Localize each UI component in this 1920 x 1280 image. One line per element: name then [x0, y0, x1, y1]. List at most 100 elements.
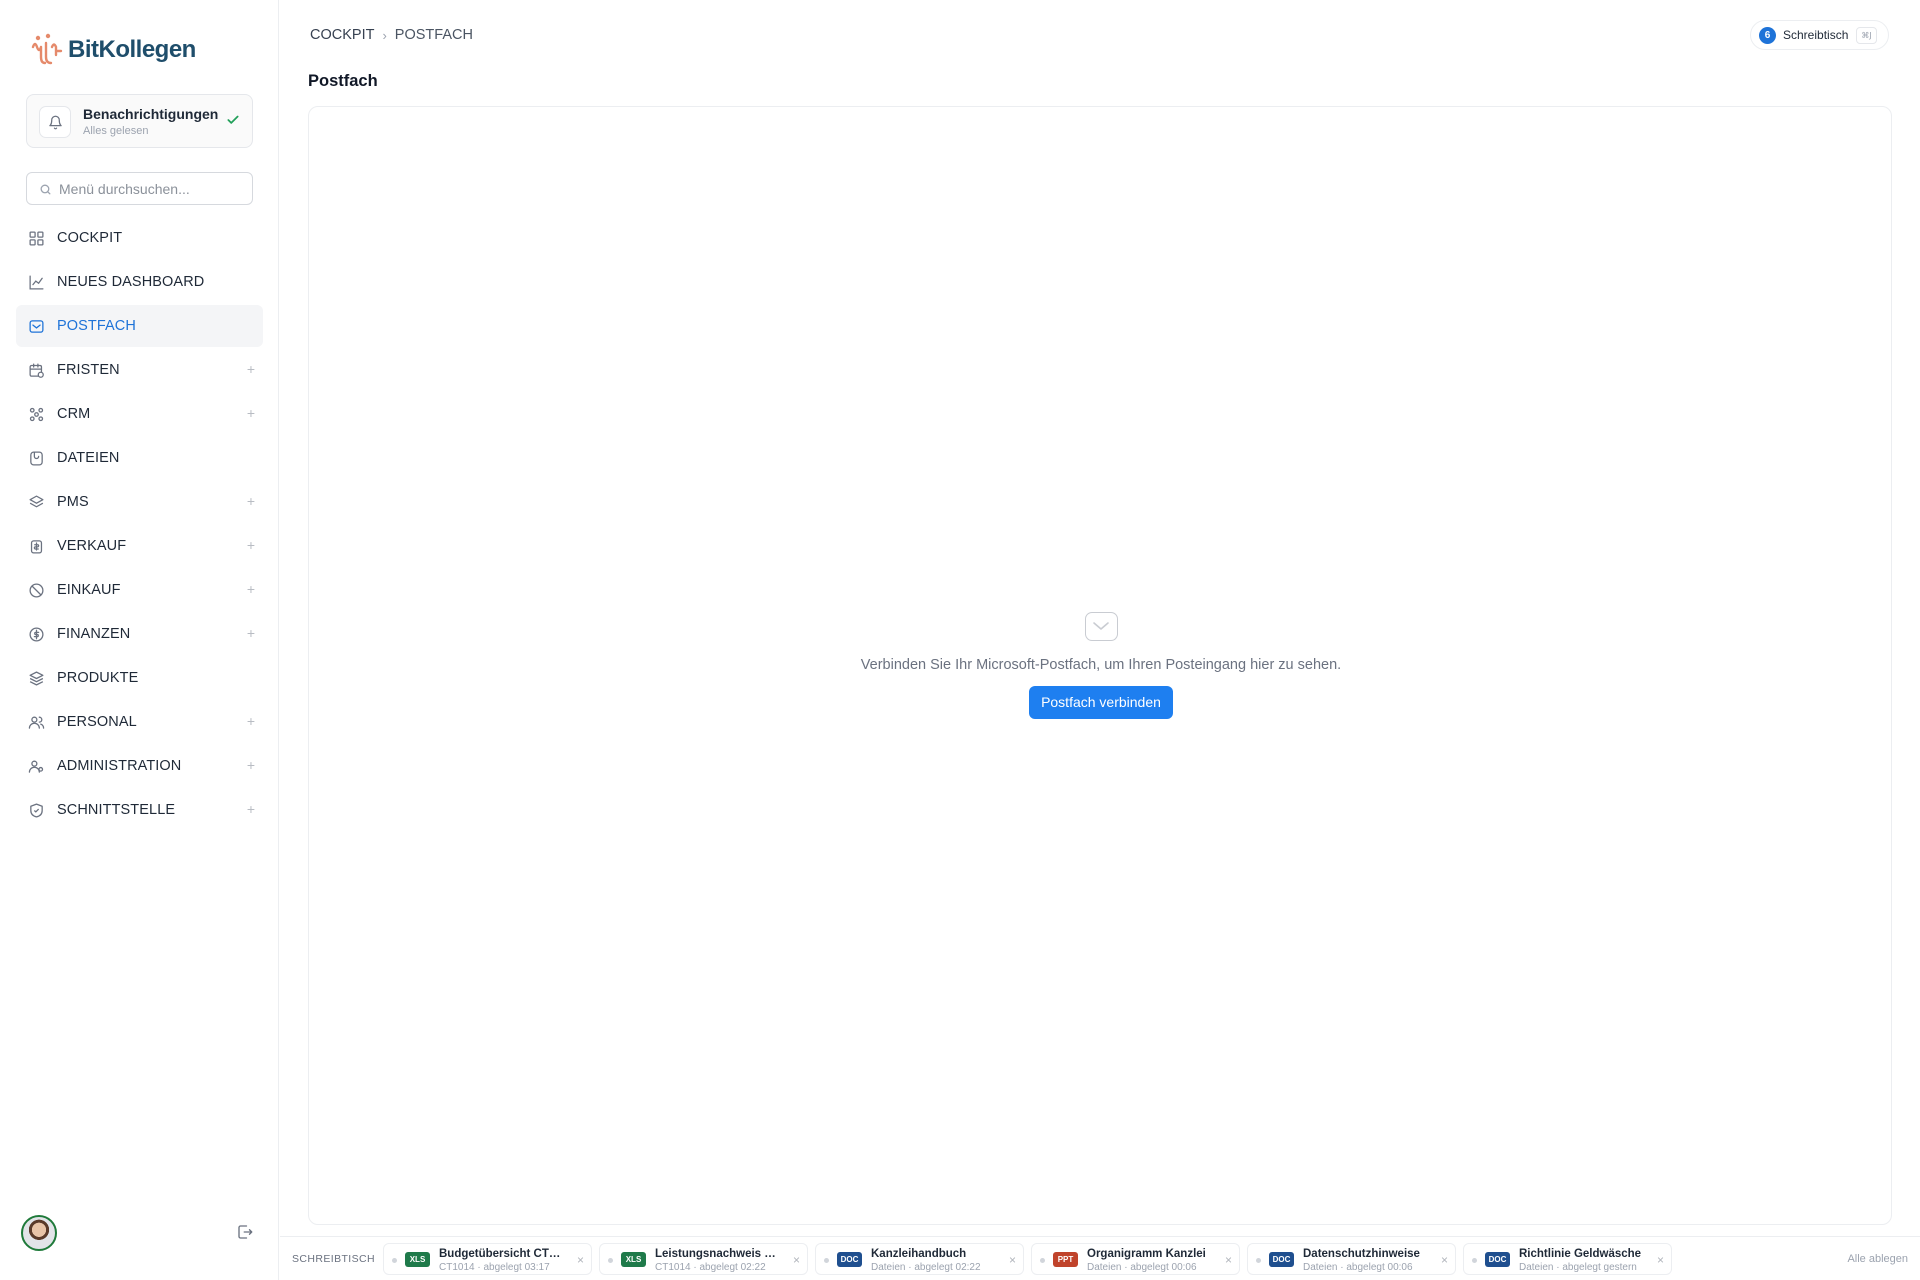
- sidebar-nav: COCKPIT NEUES DASHBOARD POSTFACH FRISTEN…: [16, 217, 263, 833]
- desk-doc-name: Datenschutzhinweise: [1303, 1248, 1420, 1260]
- desk-doc[interactable]: DOC Datenschutzhinweise Dateien · abgele…: [1247, 1243, 1456, 1275]
- sidebar-item-label: FRISTEN: [57, 362, 120, 378]
- expand-icon[interactable]: +: [247, 625, 255, 641]
- expand-icon[interactable]: +: [247, 405, 255, 421]
- sidebar-item-finanzen[interactable]: FINANZEN +: [16, 613, 263, 655]
- sidebar-item-produkte[interactable]: PRODUKTE: [16, 657, 263, 699]
- status-dot: [608, 1258, 613, 1263]
- sidebar-item-personal[interactable]: PERSONAL +: [16, 701, 263, 743]
- connect-mailbox-button[interactable]: Postfach verbinden: [1029, 686, 1173, 719]
- sidebar-item-einkauf[interactable]: EINKAUF +: [16, 569, 263, 611]
- mail-icon: [1084, 612, 1118, 641]
- desk-count-badge: 6: [1759, 26, 1776, 44]
- desk-doc-name: Organigramm Kanzlei: [1087, 1248, 1206, 1260]
- close-icon[interactable]: ×: [1441, 1253, 1448, 1267]
- close-icon[interactable]: ×: [577, 1253, 584, 1267]
- layers-icon: [27, 493, 45, 511]
- brand-name: BitKollegen: [68, 36, 196, 63]
- desk-doc-name: Budgetübersicht CT1014: [439, 1248, 564, 1260]
- desk-doc[interactable]: PPT Organigramm Kanzlei Dateien · abgele…: [1031, 1243, 1240, 1275]
- chart-line-icon: [27, 273, 45, 291]
- desk-doc[interactable]: XLS Budgetübersicht CT1014 CT1014 · abge…: [383, 1243, 592, 1275]
- shield-icon: [27, 801, 45, 819]
- desk-doc-meta: Dateien · abgelegt 00:06: [1303, 1262, 1413, 1273]
- status-dot: [1040, 1258, 1045, 1263]
- close-icon[interactable]: ×: [1009, 1253, 1016, 1267]
- sidebar-item-pms[interactable]: PMS +: [16, 481, 263, 523]
- desk-doc-name: Richtlinie Geldwäsche: [1519, 1248, 1642, 1260]
- user-admin-icon: [27, 757, 45, 775]
- search-input[interactable]: [59, 173, 249, 204]
- desk-doc[interactable]: XLS Leistungsnachweis CT1014 CT1014 · ab…: [599, 1243, 808, 1275]
- doc-file-icon: DOC: [1485, 1252, 1510, 1267]
- sidebar-item-label: SCHNITTSTELLE: [57, 802, 176, 818]
- desk-doc-name: Leistungsnachweis CT1014: [655, 1248, 780, 1260]
- sidebar-item-postfach[interactable]: POSTFACH: [16, 305, 263, 347]
- close-icon[interactable]: ×: [1657, 1253, 1664, 1267]
- desk-doc[interactable]: DOC Kanzleihandbuch Dateien · abgelegt 0…: [815, 1243, 1024, 1275]
- breadcrumb-cockpit[interactable]: COCKPIT: [310, 27, 374, 43]
- expand-icon[interactable]: +: [247, 757, 255, 773]
- sidebar-item-label: PERSONAL: [57, 714, 137, 730]
- sidebar-item-label: CRM: [57, 406, 91, 422]
- bell-icon: [39, 106, 71, 138]
- expand-icon[interactable]: +: [247, 493, 255, 509]
- status-dot: [1256, 1258, 1261, 1263]
- users-icon: [27, 713, 45, 731]
- desk-bar-label: SCHREIBTISCH: [292, 1253, 375, 1265]
- expand-icon[interactable]: +: [247, 713, 255, 729]
- close-icon[interactable]: ×: [793, 1253, 800, 1267]
- logo-icon: [31, 33, 63, 65]
- empty-state: Verbinden Sie Ihr Microsoft-Postfach, um…: [309, 612, 1893, 719]
- stack-icon: [27, 669, 45, 687]
- sidebar-item-label: NEUES DASHBOARD: [57, 274, 205, 290]
- sidebar-item-crm[interactable]: CRM +: [16, 393, 263, 435]
- desk-docs: XLS Budgetübersicht CT1014 CT1014 · abge…: [383, 1243, 1679, 1275]
- expand-icon[interactable]: +: [247, 537, 255, 553]
- sidebar-item-neues-dashboard[interactable]: NEUES DASHBOARD: [16, 261, 263, 303]
- status-dot: [824, 1258, 829, 1263]
- notifications-status: Alles gelesen: [83, 125, 149, 137]
- avatar[interactable]: [21, 1215, 57, 1251]
- sidebar-item-label: PMS: [57, 494, 89, 510]
- desk-doc-meta: Dateien · abgelegt gestern: [1519, 1262, 1637, 1273]
- doc-file-icon: DOC: [1269, 1252, 1294, 1267]
- desk-doc[interactable]: DOC Richtlinie Geldwäsche Dateien · abge…: [1463, 1243, 1672, 1275]
- inbox-icon: [27, 317, 45, 335]
- expand-icon[interactable]: +: [247, 801, 255, 817]
- desk-bar: SCHREIBTISCH XLS Budgetübersicht CT1014 …: [280, 1236, 1920, 1280]
- sidebar: BitKollegen Benachrichtigungen Alles gel…: [0, 0, 279, 1280]
- status-dot: [1472, 1258, 1477, 1263]
- sidebar-item-label: PRODUKTE: [57, 670, 139, 686]
- sidebar-item-label: ADMINISTRATION: [57, 758, 182, 774]
- schreibtisch-button[interactable]: 6 Schreibtisch ⌘J: [1750, 20, 1889, 50]
- network-icon: [27, 405, 45, 423]
- empty-state-text: Verbinden Sie Ihr Microsoft-Postfach, um…: [860, 657, 1342, 673]
- logout-icon[interactable]: [236, 1223, 254, 1241]
- sidebar-item-label: POSTFACH: [57, 318, 136, 334]
- tag-icon: [27, 537, 45, 555]
- expand-icon[interactable]: +: [247, 361, 255, 377]
- desk-doc-meta: Dateien · abgelegt 00:06: [1087, 1262, 1197, 1273]
- search-icon: [40, 184, 51, 195]
- clear-desk-button[interactable]: Alle ablegen: [1847, 1253, 1908, 1265]
- sidebar-item-schnittstelle[interactable]: SCHNITTSTELLE +: [16, 789, 263, 831]
- sidebar-item-label: VERKAUF: [57, 538, 127, 554]
- brand-logo[interactable]: BitKollegen: [30, 33, 196, 67]
- sidebar-item-fristen[interactable]: FRISTEN +: [16, 349, 263, 391]
- sidebar-item-dateien[interactable]: DATEIEN: [16, 437, 263, 479]
- sidebar-item-administration[interactable]: ADMINISTRATION +: [16, 745, 263, 787]
- sidebar-item-cockpit[interactable]: COCKPIT: [16, 217, 263, 259]
- sidebar-item-verkauf[interactable]: VERKAUF +: [16, 525, 263, 567]
- sidebar-item-label: FINANZEN: [57, 626, 131, 642]
- notifications-card[interactable]: Benachrichtigungen Alles gelesen: [26, 94, 253, 148]
- xls-file-icon: XLS: [621, 1252, 646, 1267]
- expand-icon[interactable]: +: [247, 581, 255, 597]
- sidebar-item-label: COCKPIT: [57, 230, 123, 246]
- check-icon: [227, 115, 239, 124]
- menu-search: [26, 172, 253, 205]
- breadcrumb: COCKPIT › POSTFACH: [310, 27, 473, 43]
- desk-doc-meta: Dateien · abgelegt 02:22: [871, 1262, 981, 1273]
- close-icon[interactable]: ×: [1225, 1253, 1232, 1267]
- desk-button-label: Schreibtisch: [1783, 28, 1849, 42]
